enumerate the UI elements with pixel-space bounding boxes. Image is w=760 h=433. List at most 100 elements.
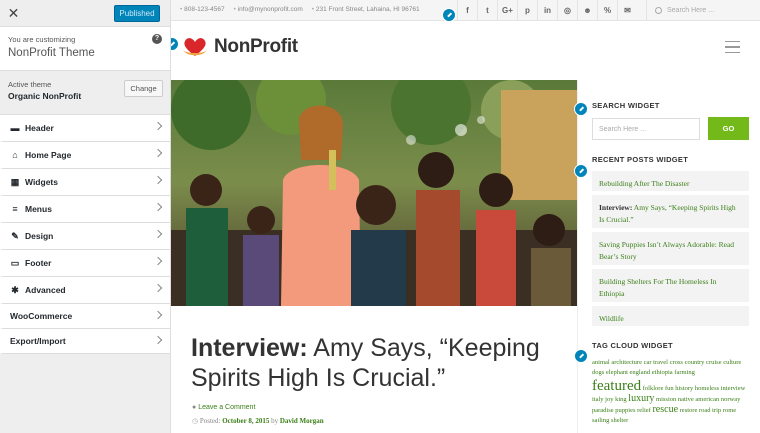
recent-post-link[interactable]: Rebuilding After The Disaster [592,171,749,191]
recent-post-bold: Interview: [599,203,633,212]
facebook-icon[interactable]: f [457,0,477,21]
section-header[interactable]: ▬ Header [0,115,170,142]
chevron-right-icon [153,175,163,185]
site-preview: 808-123-4567 info@mynonprofit.com 231 Fr… [171,0,760,433]
section-label: Menus [25,204,52,214]
mail-icon[interactable]: ✉ [617,0,637,21]
post-meta: ◷ Posted: October 8, 2015 by David Morga… [192,417,324,425]
customizer-info: You are customizing NonProfit Theme ? [0,27,170,71]
customizer-sections: ▬ Header ⌂ Home Page ▦ Widgets ≡ Menus ✎ Design ▭ F… [0,115,170,354]
site-header: NonProfit [171,21,760,80]
edit-shortcut-icon[interactable] [574,349,588,363]
recent-post-text: Rebuilding After The Disaster [599,179,690,188]
tag-cloud: animal architecture car travel cross cou… [592,358,754,426]
chevron-right-icon [153,256,163,266]
tag-rescue[interactable]: rescue [652,404,678,415]
menu-toggle-icon[interactable] [725,41,740,57]
recent-post-text: Saving Puppies Isn’t Always Adorable: Re… [599,240,735,261]
theme-name: NonProfit Theme [8,47,95,59]
tag-luxury[interactable]: luxury [628,393,654,404]
top-bar: 808-123-4567 info@mynonprofit.com 231 Fr… [171,0,760,21]
by-label: by [271,417,279,425]
social-icons: f t G+ p in ◎ ☻% ✉ [457,0,637,21]
github-icon[interactable]: ☻ [577,0,597,21]
home-icon: ⌂ [12,150,18,160]
help-icon[interactable]: ? [152,34,162,44]
close-icon[interactable]: ✕ [0,0,27,27]
menu-icon: ≡ [12,204,18,214]
footer-icon: ▭ [10,257,20,268]
change-theme-button[interactable]: Change [124,80,163,97]
gear-icon: ✱ [11,284,19,295]
post-date[interactable]: October 8, 2015 [222,417,269,425]
tag-featured[interactable]: featured [592,378,641,394]
heart-hands-logo-icon [183,38,207,56]
widget-search-input[interactable]: Search Here ... [592,118,700,140]
section-label: Export/Import [10,336,66,346]
post-title[interactable]: Interview: Amy Says, “Keeping Spirits Hi… [191,333,571,393]
topbar-search-placeholder: Search Here ... [667,7,715,14]
address-text: 231 Front Street, Lahaina, HI 96761 [312,6,420,13]
search-widget-title: SEARCH WIDGET [592,101,660,110]
dribbble-icon[interactable]: ◎ [557,0,577,21]
topbar-search[interactable]: Search Here ... [646,0,760,21]
email-link[interactable]: info@mynonprofit.com [234,6,303,13]
section-label: Widgets [25,177,58,187]
link-icon[interactable]: % [597,0,617,21]
chevron-right-icon [153,229,163,239]
edit-shortcut-icon[interactable] [442,8,456,22]
section-advanced[interactable]: ✱ Advanced [0,277,170,304]
recent-posts-title: RECENT POSTS WIDGET [592,155,689,164]
widgets-icon: ▦ [10,176,20,187]
section-export-import[interactable]: Export/Import [0,329,170,354]
phone-text: 808-123-4567 [180,6,224,13]
recent-post-link[interactable]: Building Shelters For The Homeless In Et… [592,269,749,302]
chevron-right-icon [153,148,163,158]
publish-button[interactable]: Published [114,5,160,22]
section-label: Home Page [25,150,72,160]
section-label: WooCommerce [10,311,73,321]
section-home-page[interactable]: ⌂ Home Page [0,142,170,169]
search-icon [655,7,662,14]
section-widgets[interactable]: ▦ Widgets [0,169,170,196]
section-label: Header [25,123,54,133]
comment-link[interactable]: ● Leave a Comment [192,404,255,411]
chevron-right-icon [153,310,163,320]
twitter-icon[interactable]: t [477,0,497,21]
site-logo[interactable]: NonProfit [180,35,298,59]
linkedin-icon[interactable]: in [537,0,557,21]
customizer-sidebar: ✕ Published You are customizing NonProfi… [0,0,171,433]
section-design[interactable]: ✎ Design [0,223,170,250]
tag-cloud-title: TAG CLOUD WIDGET [592,341,673,350]
customizer-header: ✕ Published [0,0,170,27]
google-plus-icon[interactable]: G+ [497,0,517,21]
chevron-right-icon [153,121,163,131]
chevron-right-icon [153,202,163,212]
edit-shortcut-icon[interactable] [574,102,588,116]
customizing-label: You are customizing [8,35,76,44]
chevron-right-icon [153,283,163,293]
posted-label: Posted: [199,417,221,425]
contact-info: 808-123-4567 info@mynonprofit.com 231 Fr… [180,6,420,13]
edit-shortcut-icon[interactable] [574,164,588,178]
logo-text: NonProfit [214,36,298,57]
widget-search-placeholder: Search Here ... [599,125,647,133]
section-menus[interactable]: ≡ Menus [0,196,170,223]
recent-post-link[interactable]: Interview: Amy Says, “Keeping Spirits Hi… [592,195,749,228]
section-label: Footer [25,258,52,268]
widget-sidebar: SEARCH WIDGET Search Here ... GO RECENT … [577,80,760,433]
section-label: Advanced [25,285,66,295]
pinterest-icon[interactable]: p [517,0,537,21]
recent-post-link[interactable]: Saving Puppies Isn’t Always Adorable: Re… [592,232,749,265]
tag-links[interactable]: animal architecture car travel cross cou… [592,359,741,376]
search-go-button[interactable]: GO [708,117,749,140]
section-footer[interactable]: ▭ Footer [0,250,170,277]
recent-post-text: Building Shelters For The Homeless In Et… [599,277,717,298]
recent-post-link[interactable]: Wildlife [592,306,749,326]
header-icon: ▬ [10,123,20,133]
section-woocommerce[interactable]: WooCommerce [0,304,170,329]
section-label: Design [25,231,54,241]
post-author[interactable]: David Morgan [280,417,324,425]
brush-icon: ✎ [11,230,19,241]
recent-post-text: Wildlife [599,314,624,323]
